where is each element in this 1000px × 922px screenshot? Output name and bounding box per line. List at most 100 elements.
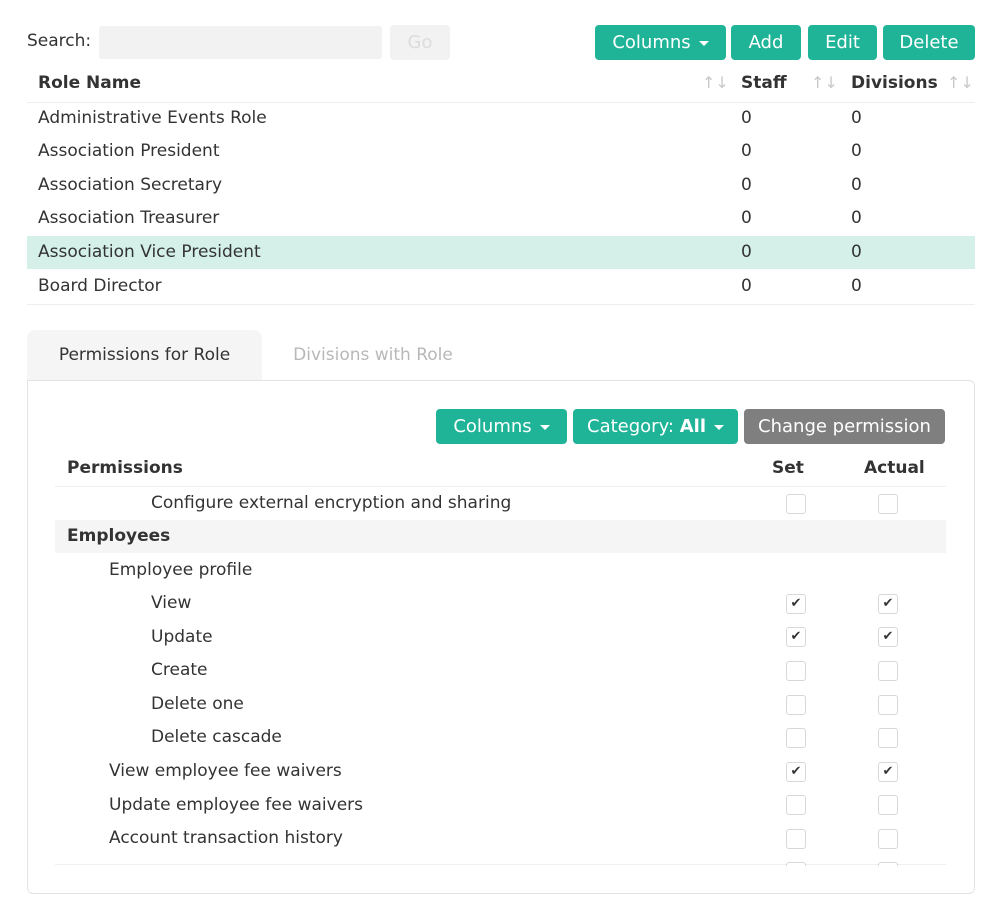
sort-icon[interactable]: ↑↓	[947, 73, 974, 92]
role-name: Administrative Events Role	[38, 108, 267, 128]
permission-label: Update employee fee waivers	[109, 795, 364, 815]
permission-row: View employee fee waivers	[55, 755, 946, 788]
staff-count: 0	[741, 108, 752, 128]
actual-checkbox[interactable]: ✔	[878, 762, 898, 782]
permission-label: Create	[151, 660, 208, 680]
permission-label: Delete one	[151, 694, 244, 714]
staff-count: 0	[741, 242, 752, 262]
tab-divisions-with-role[interactable]: Divisions with Role	[262, 330, 484, 381]
search-input[interactable]	[99, 26, 382, 59]
set-checkbox[interactable]	[786, 862, 806, 866]
actual-checkbox[interactable]: ✔	[878, 594, 898, 614]
actual-checkbox[interactable]	[878, 862, 898, 866]
add-button[interactable]: Add	[731, 25, 801, 60]
divisions-count: 0	[851, 108, 862, 128]
staff-count: 0	[741, 208, 752, 228]
column-header-staff[interactable]: Staff	[741, 73, 787, 93]
permission-label: Update	[151, 627, 213, 647]
divisions-count: 0	[851, 141, 862, 161]
staff-count: 0	[741, 141, 752, 161]
role-name: Board Director	[38, 276, 162, 296]
permission-label: View	[151, 593, 192, 613]
set-checkbox[interactable]	[786, 494, 806, 514]
divisions-count: 0	[851, 175, 862, 195]
check-icon: ✔	[882, 629, 894, 644]
actual-checkbox[interactable]	[878, 661, 898, 681]
staff-count: 0	[741, 175, 752, 195]
columns-label: Columns	[612, 32, 691, 53]
permission-row: Employee profile	[55, 554, 946, 587]
role-name: Association President	[38, 141, 220, 161]
sort-icon[interactable]: ↑↓	[811, 73, 838, 92]
set-checkbox[interactable]: ✔	[786, 594, 806, 614]
table-row-selected[interactable]: Association Vice President 0 0	[27, 236, 975, 269]
check-icon: ✔	[882, 764, 894, 779]
set-checkbox[interactable]: ✔	[786, 627, 806, 647]
permission-row: Account transaction history	[55, 822, 946, 855]
role-name: Association Treasurer	[38, 208, 220, 228]
column-header-actual: Actual	[864, 458, 925, 478]
permission-row: Configure external encryption and sharin…	[55, 487, 946, 520]
actual-checkbox[interactable]	[878, 795, 898, 815]
column-header-set: Set	[772, 458, 804, 478]
permission-row: Delete one	[55, 688, 946, 721]
category-dropdown[interactable]: Category: All	[573, 409, 738, 444]
check-icon: ✔	[790, 764, 802, 779]
perm-columns-button[interactable]: Columns	[436, 409, 567, 444]
permission-label: Configure external encryption and sharin…	[151, 493, 512, 513]
permission-label: Account transaction history	[109, 828, 343, 848]
set-checkbox[interactable]: ✔	[786, 762, 806, 782]
role-name: Association Vice President	[38, 242, 261, 262]
columns-button[interactable]: Columns	[595, 25, 726, 60]
divider	[27, 304, 975, 305]
edit-button[interactable]: Edit	[808, 25, 877, 60]
set-checkbox[interactable]	[786, 795, 806, 815]
column-header-permissions: Permissions	[67, 458, 183, 478]
caret-down-icon	[539, 424, 550, 430]
table-row[interactable]: Board Director 0 0	[27, 270, 975, 303]
permission-group-label: Employees	[67, 526, 171, 546]
actual-checkbox[interactable]	[878, 728, 898, 748]
permission-label: View employee fee waivers	[109, 761, 342, 781]
check-icon: ✔	[882, 596, 894, 611]
sort-icon[interactable]: ↑↓	[702, 73, 729, 92]
set-checkbox[interactable]	[786, 661, 806, 681]
caret-down-icon	[714, 424, 724, 430]
category-value: All	[679, 416, 706, 437]
divisions-count: 0	[851, 242, 862, 262]
table-row[interactable]: Association President 0 0	[27, 135, 975, 168]
change-permission-button[interactable]: Change permission	[744, 409, 945, 444]
divider	[55, 864, 946, 865]
actual-checkbox[interactable]	[878, 494, 898, 514]
set-checkbox[interactable]	[786, 695, 806, 715]
table-row[interactable]: Association Secretary 0 0	[27, 169, 975, 202]
permission-row: Delete cascade	[55, 721, 946, 754]
divisions-count: 0	[851, 276, 862, 296]
actual-checkbox[interactable]	[878, 829, 898, 849]
go-button[interactable]: Go	[390, 25, 450, 60]
staff-count: 0	[741, 276, 752, 296]
actual-checkbox[interactable]: ✔	[878, 627, 898, 647]
column-header-role-name[interactable]: Role Name	[38, 73, 141, 93]
role-name: Association Secretary	[38, 175, 223, 195]
permission-label: Delete cascade	[151, 727, 282, 747]
set-checkbox[interactable]	[786, 829, 806, 849]
divisions-count: 0	[851, 208, 862, 228]
set-checkbox[interactable]	[786, 728, 806, 748]
permission-label: Employee profile	[109, 560, 253, 580]
tab-permissions-for-role[interactable]: Permissions for Role	[27, 330, 262, 381]
perm-columns-label: Columns	[453, 416, 532, 437]
table-row[interactable]: Administrative Events Role 0 0	[27, 102, 975, 135]
delete-button[interactable]: Delete	[883, 25, 975, 60]
check-icon: ✔	[790, 596, 802, 611]
table-row[interactable]: Association Treasurer 0 0	[27, 202, 975, 235]
permission-row: View	[55, 587, 946, 620]
category-prefix: Category:	[587, 416, 674, 437]
check-icon: ✔	[790, 629, 802, 644]
permission-row: Update	[55, 621, 946, 654]
column-header-divisions[interactable]: Divisions	[851, 73, 938, 93]
search-label: Search:	[27, 31, 92, 51]
permission-group-row: Employees	[55, 520, 946, 553]
actual-checkbox[interactable]	[878, 695, 898, 715]
permission-row: Update employee fee waivers	[55, 789, 946, 822]
